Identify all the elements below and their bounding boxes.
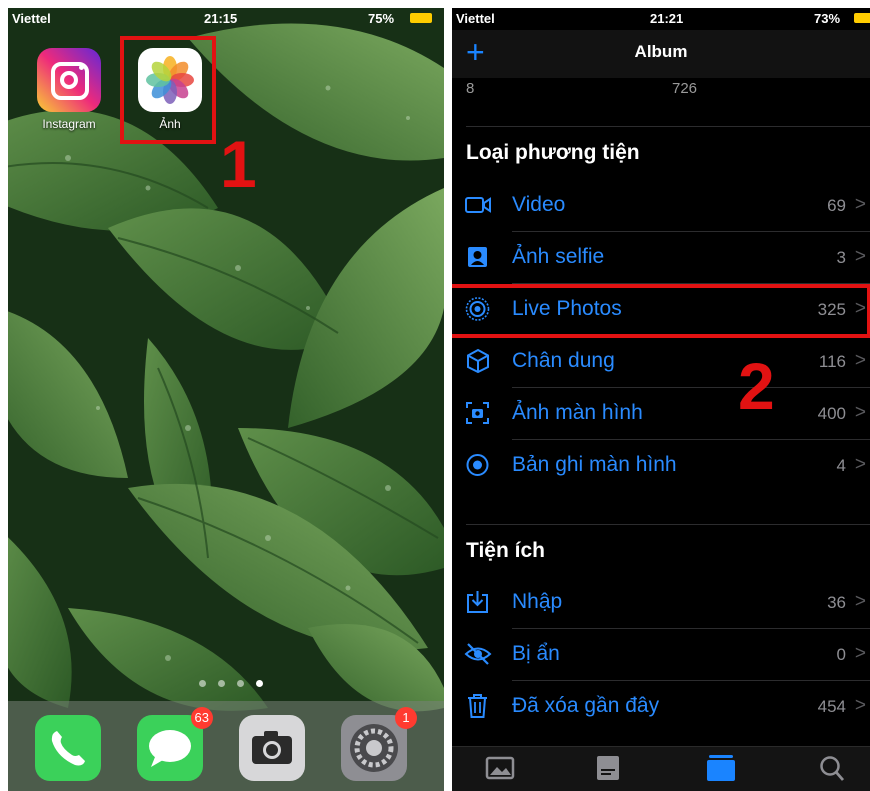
instagram-icon (37, 48, 101, 112)
utility-label: Nhập (512, 590, 563, 613)
chevron-right-icon: > (854, 695, 866, 716)
highlight-box-live-photos (452, 284, 870, 338)
page-indicator[interactable] (193, 674, 269, 692)
portrait-cube-icon (467, 348, 489, 374)
battery-icon (410, 13, 432, 23)
annotation-number-2: 2 (738, 349, 775, 423)
phone-icon (51, 731, 85, 766)
dock: 63 1 (8, 701, 444, 791)
media-row-selfie[interactable]: Ảnh selfie 3 > (452, 232, 870, 284)
media-row-screenshots[interactable]: Ảnh màn hình 400 > (452, 388, 870, 440)
page-dot (237, 680, 244, 687)
screen-record-icon (466, 454, 489, 476)
chevron-right-icon: > (854, 591, 866, 612)
chevron-right-icon: > (854, 643, 866, 664)
section-title-utilities: Tiện ích (466, 539, 545, 562)
album-counts-row: 8 726 (452, 78, 870, 102)
media-label: Video (512, 193, 566, 216)
home-screen: Viettel 21:15 75% Instagram Ảnh 1 63 1 (8, 8, 444, 791)
page-dot (199, 680, 206, 687)
chevron-right-icon: > (854, 194, 866, 215)
selfie-icon (468, 247, 487, 267)
app-label-instagram: Instagram (42, 117, 96, 131)
utility-row-hidden[interactable]: Bị ẩn 0 > (452, 629, 870, 681)
media-count: 69 (827, 196, 846, 215)
photos-album-screen: Viettel 21:21 73% + Album 8 726 Loại phư… (452, 8, 870, 791)
media-label: Chân dung (512, 349, 615, 372)
media-count: 4 (836, 456, 846, 475)
nav-bar: + Album (452, 30, 870, 78)
app-instagram[interactable]: Instagram (36, 48, 102, 131)
media-label: Bản ghi màn hình (512, 453, 677, 476)
battery-percent: 73% (814, 11, 841, 26)
utility-count: 36 (827, 593, 846, 612)
tab-bar (452, 746, 870, 791)
hidden-eye-icon (464, 643, 492, 665)
clock: 21:15 (204, 11, 238, 26)
albums-icon[interactable] (704, 753, 738, 783)
media-count: 3 (836, 248, 846, 267)
album-count: 8 (466, 80, 475, 97)
search-icon[interactable] (816, 753, 850, 783)
media-label: Ảnh màn hình (512, 401, 643, 424)
media-row-video[interactable]: Video 69 > (452, 180, 870, 232)
page-dot-active (256, 680, 263, 687)
media-label: Ảnh selfie (512, 245, 605, 268)
utility-row-recently-deleted[interactable]: Đã xóa gần đây 454 > (452, 681, 870, 733)
chevron-right-icon: > (854, 246, 866, 267)
utility-count: 0 (836, 645, 846, 664)
media-row-screen-recordings[interactable]: Bản ghi màn hình 4 > (452, 440, 870, 492)
status-bar: Viettel 21:15 75% (8, 8, 444, 30)
media-count: 116 (818, 352, 846, 371)
import-icon (467, 591, 488, 613)
battery-icon (854, 13, 870, 23)
highlight-box-photos (120, 36, 216, 144)
chevron-right-icon: > (854, 402, 866, 423)
utility-row-import[interactable]: Nhập 36 > (452, 577, 870, 629)
chevron-right-icon: > (854, 350, 866, 371)
section-title-media-types: Loại phương tiện (466, 141, 640, 164)
page-title: Album (634, 42, 688, 61)
screenshot-icon (466, 402, 489, 424)
utility-count: 454 (817, 697, 846, 716)
messages-badge: 63 (190, 707, 213, 729)
dock-app-camera[interactable] (239, 715, 305, 781)
trash-icon (468, 694, 487, 718)
media-row-portrait[interactable]: Chân dung 116 > (452, 336, 870, 388)
library-photo-icon[interactable] (484, 753, 518, 783)
dock-app-phone[interactable] (35, 715, 101, 781)
status-bar: Viettel 21:21 73% (452, 8, 870, 30)
battery-percent: 75% (368, 11, 395, 26)
page-dot (218, 680, 225, 687)
media-count: 400 (817, 404, 846, 423)
dock-app-settings[interactable]: 1 (341, 707, 417, 781)
carrier-label: Viettel (12, 11, 51, 26)
camera-icon (252, 731, 292, 764)
dock-app-messages[interactable]: 63 (137, 707, 213, 781)
utility-label: Bị ẩn (512, 642, 560, 665)
carrier-label: Viettel (456, 11, 495, 26)
annotation-number-1: 1 (220, 127, 257, 201)
clock: 21:21 (650, 11, 684, 26)
for-you-icon[interactable] (592, 753, 626, 783)
chevron-right-icon: > (854, 454, 866, 475)
album-count: 726 (672, 80, 698, 97)
settings-badge: 1 (395, 707, 417, 729)
divider (466, 524, 870, 525)
video-icon (465, 197, 491, 213)
divider (466, 126, 870, 127)
utility-label: Đã xóa gần đây (512, 694, 660, 717)
